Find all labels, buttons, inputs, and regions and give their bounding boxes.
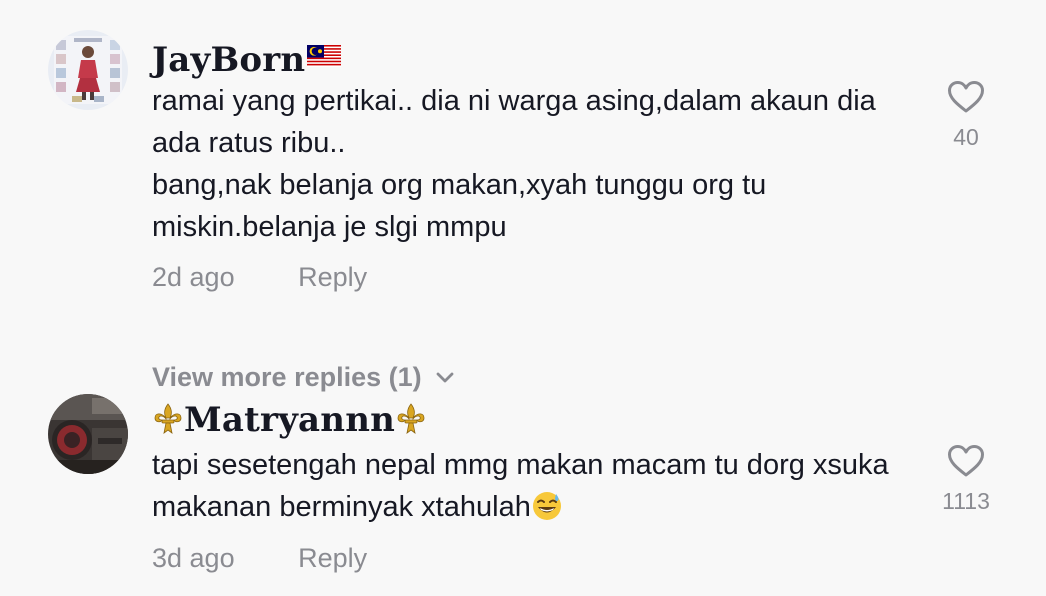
reply-button[interactable]: Reply [298,262,367,292]
like-control: 40 [926,80,1006,151]
like-control: 1113 [926,444,1006,515]
like-count: 1113 [942,488,990,514]
username[interactable]: Matryannn [152,400,427,444]
view-more-replies-button[interactable]: View more replies (1) [152,358,454,394]
comment-text: tapi sesetengah nepal mmg makan macam tu… [152,444,922,533]
username[interactable]: JayBorn [152,36,342,80]
comment-meta: 2d ago Reply [152,260,367,294]
chevron-down-icon [436,358,454,392]
heart-outline-icon[interactable] [926,80,1006,119]
avatar[interactable] [48,394,128,474]
comment-time: 3d ago [152,543,235,573]
heart-outline-icon[interactable] [926,444,1006,483]
comment-text: ramai yang pertikai.. dia ni warga asing… [152,85,876,243]
malaysia-flag-icon [307,36,342,76]
fleur-de-lis-icon [396,403,426,444]
reply-button[interactable]: Reply [298,543,367,573]
fleur-de-lis-icon [153,403,183,444]
avatar[interactable] [48,30,128,110]
like-count: 40 [953,124,979,150]
comment-meta: 3d ago Reply [152,541,367,575]
grinning-sweat-emoji-icon [532,491,562,533]
comment-time: 2d ago [152,262,235,292]
